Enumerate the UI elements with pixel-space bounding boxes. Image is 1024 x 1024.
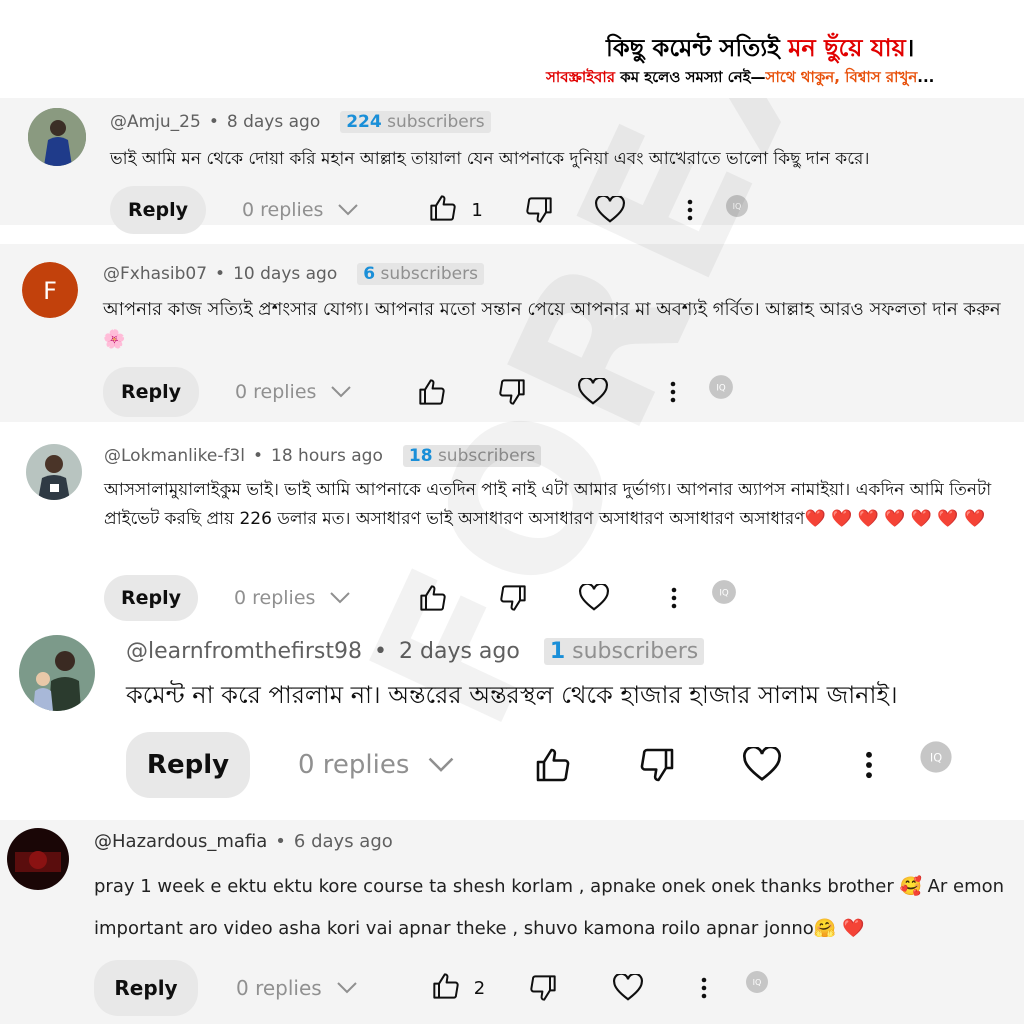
comment-card: @Lokmanlike-f3l • 18 hours ago 18 subscr…: [0, 432, 1024, 621]
heart-icon[interactable]: [613, 974, 644, 1002]
subscriber-badge: 6 subscribers: [357, 263, 484, 285]
comment-author[interactable]: @Amju_25: [110, 112, 201, 132]
heart-icon[interactable]: [578, 378, 609, 406]
comment-meta: @Lokmanlike-f3l • 18 hours ago 18 subscr…: [104, 445, 542, 467]
subscriber-badge: 1 subscribers: [543, 638, 705, 665]
heart-icon[interactable]: [579, 584, 610, 612]
comment-actions: Reply 0 replies 1 IQ: [110, 186, 749, 234]
comment-text: pray 1 week e ektu ektu kore course ta s…: [94, 876, 1005, 939]
svg-text:IQ: IQ: [930, 750, 942, 764]
thumbs-up-icon: [432, 972, 460, 1004]
channel-icon: IQ: [711, 579, 737, 605]
thumbs-down-icon[interactable]: [639, 747, 675, 783]
comment-author[interactable]: @Hazardous_mafia: [94, 831, 267, 852]
replies-toggle[interactable]: 0 replies: [242, 199, 359, 221]
avatar[interactable]: [26, 444, 82, 500]
channel-icon: IQ: [745, 970, 769, 994]
banner-headline: কিছু কমেন্ট সত্যিই মন ছুঁয়ে যায়।: [606, 34, 915, 62]
comment-author[interactable]: @learnfromthefirst98: [126, 639, 362, 664]
chevron-down-icon: [336, 981, 358, 995]
chevron-down-icon: [427, 756, 455, 774]
heart-icon[interactable]: [594, 196, 625, 224]
channel-icon: IQ: [708, 374, 734, 400]
comment-actions: Reply 0 replies IQ: [126, 732, 953, 798]
chevron-down-icon: [337, 203, 359, 217]
comment-text: ভাই আমি মন থেকে দোয়া করি মহান আল্লাহ তা…: [110, 149, 870, 169]
thumbs-up-icon[interactable]: [419, 584, 447, 612]
subscriber-badge: 224 subscribers: [340, 111, 491, 133]
comment-author[interactable]: @Fxhasib07: [103, 264, 207, 284]
comment-time[interactable]: 18 hours ago: [271, 446, 383, 466]
more-vert-icon[interactable]: [701, 977, 707, 999]
comment-actions: Reply 0 replies 2 IQ: [94, 960, 769, 1016]
more-vert-icon[interactable]: [865, 751, 873, 779]
comment-card: @Amju_25 • 8 days ago 224 subscribers ভা…: [0, 98, 1024, 234]
like-count: 1: [471, 199, 483, 221]
banner-subline: সাবস্ক্রাইবার কম হলেও সমস্যা নেই—সাথে থা…: [546, 68, 935, 86]
thumbs-up-icon[interactable]: [418, 378, 446, 406]
thumbs-down-icon[interactable]: [529, 974, 557, 1002]
comment-meta: @learnfromthefirst98 • 2 days ago 1 subs…: [126, 638, 705, 665]
avatar[interactable]: [7, 828, 69, 890]
comment-text: আসসালামুয়ালাইকুম ভাই। ভাই আমি আপনাকে এত…: [104, 480, 992, 529]
reply-button[interactable]: Reply: [94, 960, 198, 1016]
thumbs-down-icon[interactable]: [525, 196, 553, 224]
comment-time[interactable]: 8 days ago: [227, 112, 320, 132]
comment-time[interactable]: 2 days ago: [399, 639, 520, 664]
more-vert-icon[interactable]: [671, 587, 677, 609]
like-button[interactable]: 1: [429, 194, 483, 226]
replies-toggle[interactable]: 0 replies: [234, 587, 351, 609]
reply-button[interactable]: Reply: [110, 186, 206, 234]
comment-meta: @Amju_25 • 8 days ago 224 subscribers: [110, 111, 491, 133]
reply-button[interactable]: Reply: [126, 732, 250, 798]
header-banner: কিছু কমেন্ট সত্যিই মন ছুঁয়ে যায়। সাবস্…: [0, 0, 1024, 98]
svg-text:IQ: IQ: [733, 202, 742, 211]
chevron-down-icon: [330, 385, 352, 399]
comment-time[interactable]: 6 days ago: [294, 831, 393, 852]
comment-author[interactable]: @Lokmanlike-f3l: [104, 446, 245, 466]
comment-time[interactable]: 10 days ago: [233, 264, 337, 284]
comment-actions: Reply 0 replies IQ: [103, 367, 734, 417]
like-button[interactable]: 2: [432, 972, 485, 1004]
reply-button[interactable]: Reply: [103, 367, 199, 417]
svg-text:IQ: IQ: [753, 978, 762, 987]
channel-icon: IQ: [919, 740, 953, 774]
comment-card: F @Fxhasib07 • 10 days ago 6 subscribers…: [0, 244, 1024, 422]
avatar[interactable]: [28, 108, 86, 166]
like-count: 2: [473, 977, 486, 999]
more-vert-icon[interactable]: [687, 199, 693, 221]
comment-text: কমেন্ট না করে পারলাম না। অন্তরের অন্তরস্…: [126, 681, 898, 709]
comment-card: @learnfromthefirst98 • 2 days ago 1 subs…: [0, 620, 1024, 815]
thumbs-down-icon[interactable]: [498, 378, 526, 406]
subscriber-badge: 18 subscribers: [402, 445, 542, 467]
replies-toggle[interactable]: 0 replies: [298, 750, 455, 780]
avatar[interactable]: F: [22, 262, 78, 318]
more-vert-icon[interactable]: [670, 381, 676, 403]
comment-meta: @Hazardous_mafia • 6 days ago: [94, 831, 393, 852]
thumbs-up-icon[interactable]: [535, 747, 571, 783]
avatar[interactable]: [19, 635, 95, 711]
channel-icon: IQ: [725, 194, 749, 218]
comment-text: আপনার কাজ সত্যিই প্রশংসার যোগ্য। আপনার ম…: [103, 299, 1001, 350]
comment-actions: Reply 0 replies IQ: [104, 575, 737, 621]
chevron-down-icon: [329, 591, 351, 605]
svg-text:IQ: IQ: [717, 383, 727, 393]
svg-text:IQ: IQ: [720, 588, 730, 598]
comment-meta: @Fxhasib07 • 10 days ago 6 subscribers: [103, 263, 484, 285]
reply-button[interactable]: Reply: [104, 575, 198, 621]
svg-text:F: F: [43, 277, 57, 305]
replies-toggle[interactable]: 0 replies: [235, 381, 352, 403]
heart-icon[interactable]: [743, 747, 782, 783]
comment-card: @Hazardous_mafia • 6 days ago pray 1 wee…: [0, 820, 1024, 1024]
thumbs-up-icon: [429, 194, 457, 226]
replies-toggle[interactable]: 0 replies: [236, 976, 358, 1000]
thumbs-down-icon[interactable]: [499, 584, 527, 612]
